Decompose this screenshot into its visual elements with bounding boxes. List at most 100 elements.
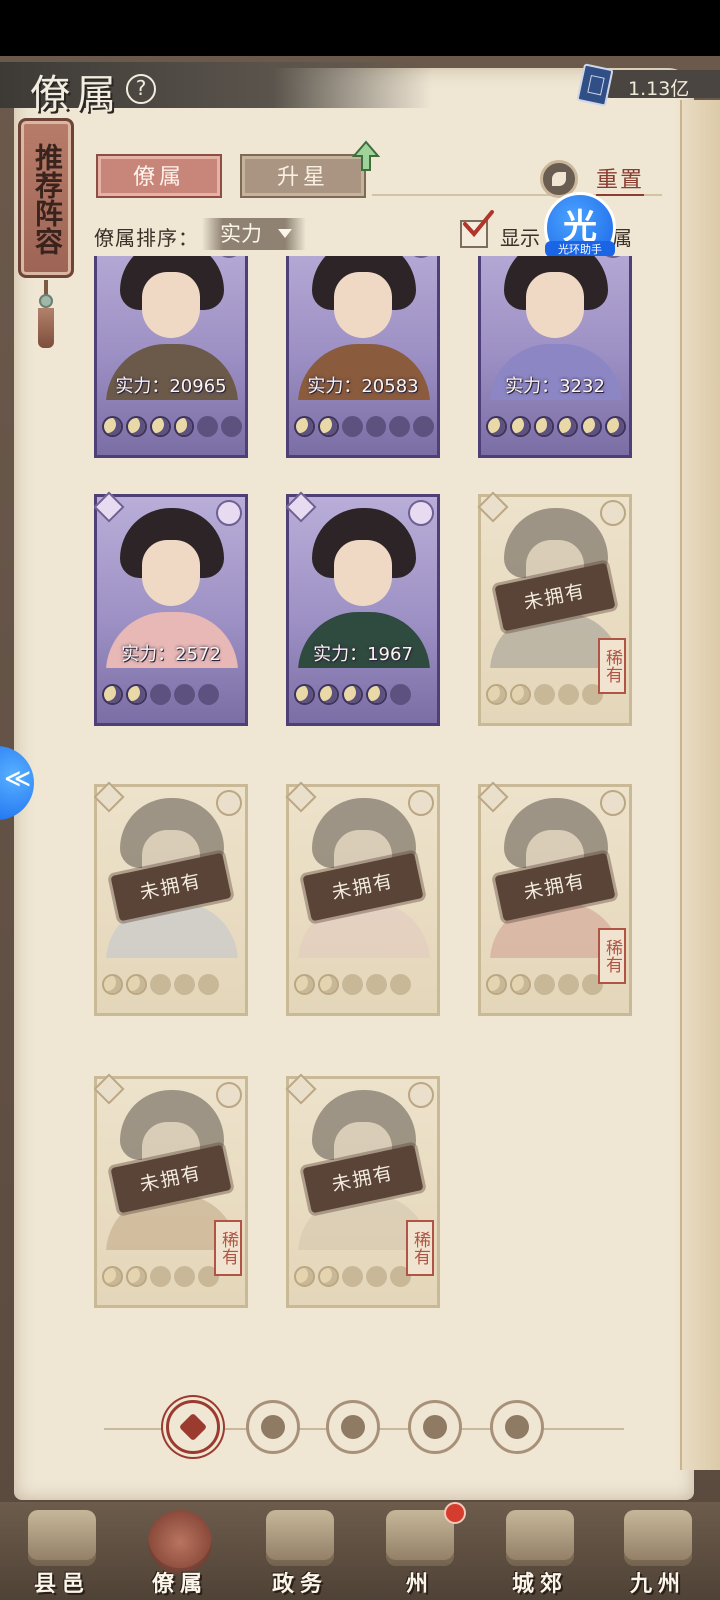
official-card[interactable]: 未拥有 稀有 — [477, 781, 632, 1016]
nav-item[interactable]: 九州 — [612, 1506, 704, 1598]
filter-button[interactable] — [166, 1400, 220, 1454]
moon-star-filled-icon — [533, 415, 555, 437]
up-arrow-icon — [352, 140, 380, 171]
moon-star-empty-icon — [558, 973, 579, 995]
moon-star-empty-icon — [198, 973, 219, 995]
moon-star-empty-icon — [534, 683, 555, 705]
star-rating — [100, 674, 242, 714]
nav-item[interactable]: 城郊 — [494, 1506, 586, 1598]
rare-tag: 稀有 — [214, 1220, 242, 1276]
tab-officials[interactable]: 僚属 — [96, 154, 222, 198]
moon-star-empty-icon — [341, 415, 363, 437]
moon-star-filled-icon — [173, 415, 195, 437]
star-rating — [292, 964, 434, 1004]
officials-grid: 实力：20965 实力：20583 实力：3232 实力：2572 实力：196… — [94, 256, 650, 1366]
class-emblem-icon — [600, 790, 626, 816]
book-edge — [680, 100, 720, 1470]
nav-item[interactable]: 僚属 — [134, 1506, 226, 1598]
moon-star-filled-icon — [317, 415, 339, 437]
official-card[interactable]: 未拥有 — [285, 781, 440, 1016]
moon-star-filled-icon — [125, 415, 147, 437]
fan-filter-icon — [423, 1415, 447, 1439]
star-rating — [292, 674, 434, 714]
moon-star-empty-icon — [342, 1265, 363, 1287]
official-card[interactable]: 实力：20583 — [286, 256, 440, 458]
moon-star-filled-icon — [342, 683, 363, 705]
nav-item[interactable]: 政务 — [254, 1506, 346, 1598]
moon-star-empty-icon — [390, 973, 411, 995]
moon-star-filled-icon — [126, 1265, 147, 1287]
moon-star-empty-icon — [366, 973, 387, 995]
moon-star-filled-icon — [102, 683, 123, 705]
moon-star-empty-icon — [150, 973, 171, 995]
rare-tag: 稀有 — [598, 638, 626, 694]
power-value: 实力：1967 — [313, 644, 413, 665]
moon-star-filled-icon — [510, 973, 531, 995]
class-emblem-icon — [216, 500, 242, 526]
power-value: 实力：2572 — [121, 644, 221, 665]
class-emblem-icon — [216, 790, 242, 816]
moon-star-empty-icon — [197, 415, 219, 437]
moon-star-empty-icon — [390, 683, 411, 705]
moon-star-filled-icon — [102, 973, 123, 995]
moon-star-filled-icon — [486, 973, 507, 995]
moon-star-filled-icon — [294, 1265, 315, 1287]
nav-label: 僚属 — [151, 1571, 208, 1597]
notification-dot — [444, 1502, 466, 1524]
filter-button[interactable] — [490, 1400, 544, 1454]
nav-label: 九州 — [629, 1571, 686, 1597]
filter-button[interactable] — [246, 1400, 300, 1454]
moon-star-filled-icon — [318, 1265, 339, 1287]
rare-tag: 稀有 — [406, 1220, 434, 1276]
moon-star-filled-icon — [366, 683, 387, 705]
moon-star-empty-icon — [150, 1265, 171, 1287]
question-circle-icon[interactable]: ? — [126, 74, 156, 104]
nav-item[interactable]: 县邑 — [16, 1506, 108, 1598]
moon-star-empty-icon — [413, 415, 435, 437]
official-card[interactable]: 未拥有 — [94, 781, 248, 1016]
moon-star-empty-icon — [342, 973, 363, 995]
moon-star-empty-icon — [174, 973, 195, 995]
status-bar-area — [0, 0, 720, 56]
assistant-overlay-badge[interactable]: 光 光环助手 — [544, 192, 616, 264]
official-card[interactable]: 实力：3232 — [478, 256, 632, 458]
class-emblem-icon — [408, 790, 434, 816]
recommend-lineup-label: 推荐阵容 — [31, 143, 64, 255]
sort-label: 僚属排序： — [94, 226, 199, 250]
moon-star-empty-icon — [150, 683, 171, 705]
official-card[interactable]: 未拥有 稀有 — [285, 1073, 440, 1308]
moon-star-filled-icon — [126, 973, 147, 995]
official-card[interactable]: 未拥有 稀有 — [477, 491, 632, 726]
official-card[interactable]: 实力：2572 — [94, 491, 248, 726]
power-value: 实力：20583 — [307, 376, 419, 397]
moon-star-filled-icon — [318, 683, 339, 705]
official-card[interactable]: 实力：20965 — [94, 256, 248, 458]
filter-button[interactable] — [326, 1400, 380, 1454]
moon-star-filled-icon — [318, 973, 339, 995]
rare-tag: 稀有 — [598, 928, 626, 984]
moon-star-empty-icon — [534, 973, 555, 995]
moon-star-empty-icon — [174, 683, 195, 705]
nav-label: 城郊 — [511, 1571, 568, 1597]
assistant-caption: 光环助手 — [545, 241, 615, 257]
moon-star-filled-icon — [581, 415, 603, 437]
official-card[interactable]: 未拥有 稀有 — [94, 1073, 248, 1308]
sort-dropdown[interactable]: 实力 — [202, 218, 306, 250]
moon-star-empty-icon — [389, 415, 411, 437]
star-rating — [100, 406, 242, 446]
moon-star-filled-icon — [486, 415, 507, 437]
moon-star-filled-icon — [126, 683, 147, 705]
star-rating — [292, 406, 435, 446]
moon-star-filled-icon — [557, 415, 579, 437]
tab-star-up[interactable]: 升星 — [240, 154, 366, 198]
class-emblem-icon — [600, 500, 626, 526]
official-card[interactable]: 实力：1967 — [285, 491, 440, 726]
moon-star-empty-icon — [365, 415, 387, 437]
filter-button[interactable] — [408, 1400, 462, 1454]
nav-label: 县邑 — [33, 1571, 90, 1597]
checkmark-icon — [463, 210, 494, 238]
recommend-lineup-tab[interactable]: 推荐阵容 — [18, 118, 74, 278]
class-emblem-icon — [408, 1082, 434, 1108]
tassel-decoration — [36, 280, 56, 350]
reset-button[interactable]: 重置 — [596, 162, 645, 196]
